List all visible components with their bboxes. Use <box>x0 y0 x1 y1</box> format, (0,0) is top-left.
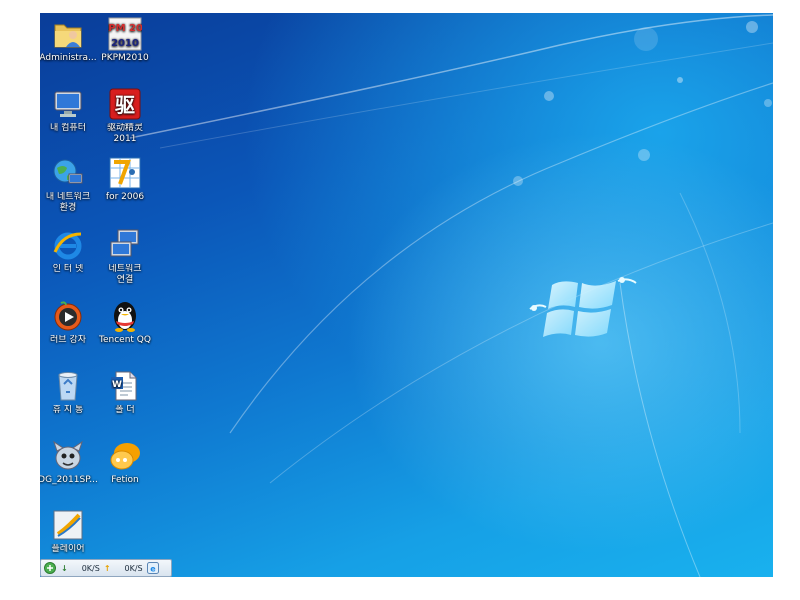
icon-label: 플레이어 <box>51 544 85 554</box>
qq-penguin-icon <box>108 299 142 333</box>
recycle-bin-icon <box>51 369 85 403</box>
player-app-icon <box>51 508 85 542</box>
icon-label: for 2006 <box>105 192 145 202</box>
windows-logo <box>529 277 637 337</box>
internet-explorer-icon <box>51 228 85 262</box>
network-globe-icon <box>51 156 85 190</box>
icon-label: 驱动精灵 <box>106 123 143 133</box>
download-speed: 0K/S <box>81 563 100 573</box>
svg-text:e: e <box>150 565 156 574</box>
desktop-icon-network-connections[interactable]: 네트워크 연결 <box>92 228 158 286</box>
desktop-icon-qq[interactable]: Tencent QQ <box>92 299 158 346</box>
svg-text:W: W <box>112 380 122 390</box>
icon-label: 네트워크 <box>108 264 142 274</box>
icon-label: 폴 더 <box>115 405 135 415</box>
cad-app-icon <box>108 156 142 190</box>
desktop-icon-pkpm2010[interactable]: PKPM 2010 2010 PKPM2010 <box>92 17 158 64</box>
upload-arrow-icon: ↑ <box>103 563 111 573</box>
svg-text:驱: 驱 <box>115 93 135 117</box>
computer-icon <box>51 87 85 121</box>
pkpm-app-icon: PKPM 2010 2010 <box>93 17 157 51</box>
fetion-icon <box>108 439 142 473</box>
icon-label: Tencent QQ <box>99 335 151 345</box>
desktop-icon-fetion[interactable]: Fetion <box>92 439 158 486</box>
desktop-icon-for2006[interactable]: for 2006 <box>92 156 158 203</box>
upload-speed: 0K/S <box>124 563 143 573</box>
icon-label-line2: 환경 <box>59 203 77 213</box>
cartoon-app-icon <box>51 439 85 473</box>
driver-genius-icon: 驱 <box>108 87 142 121</box>
browser-icon[interactable]: e <box>146 562 159 574</box>
icon-label: Fetion <box>111 475 139 485</box>
desktop-icon-driver-genius[interactable]: 驱 驱动精灵 2011 <box>92 87 158 145</box>
svg-text:2010: 2010 <box>111 38 139 49</box>
desktop-icon-player[interactable]: 플레이어 <box>40 508 101 555</box>
mini-taskbar[interactable]: ↓ 0K/S ↑ 0K/S e <box>40 559 172 577</box>
taskbar-app-icon[interactable] <box>44 562 56 574</box>
svg-text:PKPM 2010: PKPM 2010 <box>108 23 142 34</box>
media-player-icon <box>51 299 85 333</box>
icon-label-line2: 연결 <box>116 275 134 285</box>
word-document-icon: W <box>108 369 142 403</box>
icon-label: PKPM2010 <box>101 53 149 63</box>
download-arrow-icon: ↓ <box>61 563 68 573</box>
network-connections-icon <box>108 228 142 262</box>
icon-label-line2: 2011 <box>113 134 137 144</box>
user-folder-icon <box>51 17 85 51</box>
desktop[interactable]: Administra... 내 컴퓨터 내 네트워크 환경 인 터 넷 러브 강… <box>40 13 773 577</box>
desktop-icon-word-document[interactable]: W 폴 더 <box>92 369 158 416</box>
